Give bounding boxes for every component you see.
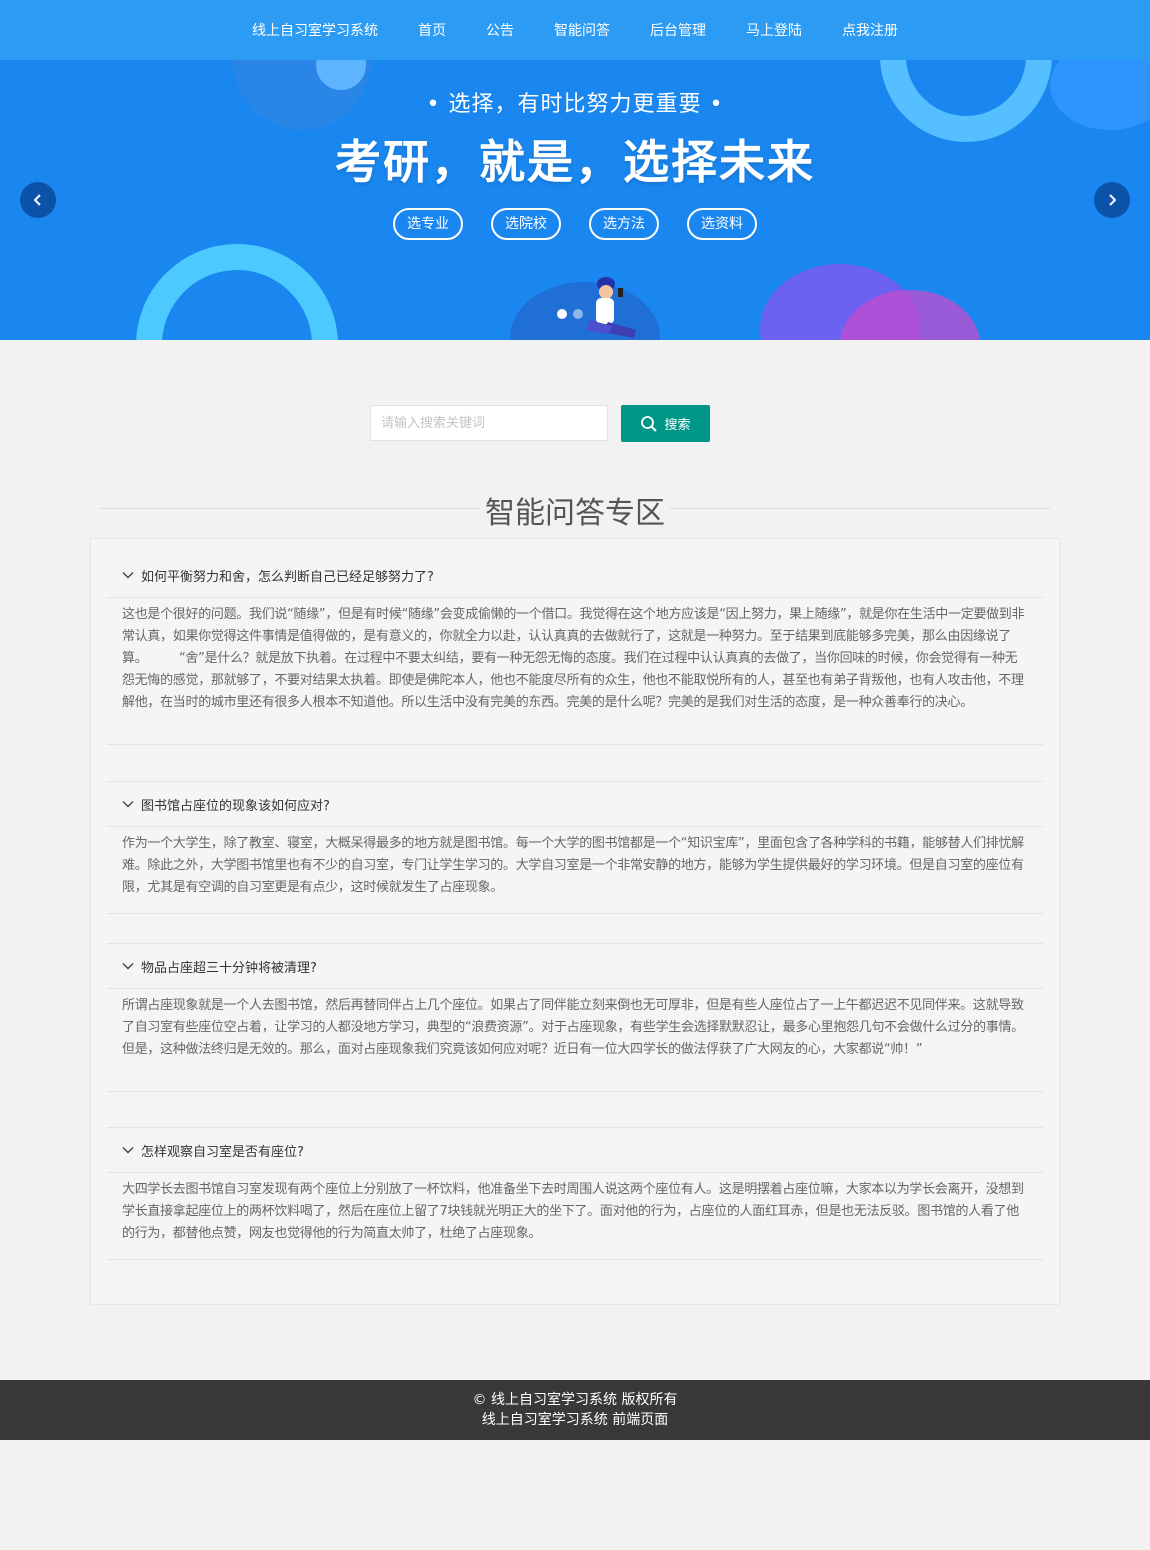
faq-question-text: 物品占座超三十分钟将被清理? xyxy=(141,960,317,976)
nav-announcement-link[interactable]: 公告 xyxy=(486,20,514,40)
nav-register-link[interactable]: 点我注册 xyxy=(842,20,898,40)
hero-carousel: • 选择，有时比努力更重要 • 考研，就是，选择未来 选专业 选院校 选方法 选… xyxy=(0,60,1150,340)
faq-answer: 大四学长去图书馆自习室发现有两个座位上分别放了一杯饮料，他准备坐下去时周围人说这… xyxy=(122,1182,1024,1241)
faq-question-text: 怎样观察自习室是否有座位? xyxy=(141,1144,304,1160)
chevron-right-icon xyxy=(1109,194,1117,206)
banner-pill-group: 选专业 选院校 选方法 选资料 xyxy=(0,208,1150,240)
pill-method[interactable]: 选方法 xyxy=(589,208,659,240)
faq-answer: 作为一个大学生，除了教室、寝室，大概呆得最多的地方就是图书馆。每一个大学的图书馆… xyxy=(122,836,1024,895)
chevron-down-icon xyxy=(122,801,134,808)
faq-panel: 如何平衡努力和舍，怎么判断自己已经足够努力了? 这也是个很好的问题。我们说“随缘… xyxy=(90,538,1060,1305)
faq-item: 如何平衡努力和舍，怎么判断自己已经足够努力了? 这也是个很好的问题。我们说“随缘… xyxy=(107,553,1043,745)
chevron-down-icon xyxy=(122,572,134,579)
search-input[interactable] xyxy=(370,405,608,441)
carousel-dot-active[interactable] xyxy=(557,309,567,319)
footer-copyright: © 线上自习室学习系统 版权所有 xyxy=(472,1392,678,1408)
nav-home-link[interactable]: 首页 xyxy=(418,20,446,40)
pill-major[interactable]: 选专业 xyxy=(393,208,463,240)
chevron-left-icon xyxy=(33,194,41,206)
chevron-down-icon xyxy=(122,1147,134,1154)
search-icon xyxy=(641,415,658,432)
faq-item: 物品占座超三十分钟将被清理? 所谓占座现象就是一个人去图书馆，然后再替同伴占上几… xyxy=(107,943,1043,1092)
faq-question-text: 如何平衡努力和舍，怎么判断自己已经足够努力了? xyxy=(141,569,434,585)
nav-login-link[interactable]: 马上登陆 xyxy=(746,20,802,40)
pill-materials[interactable]: 选资料 xyxy=(687,208,757,240)
faq-question-text: 图书馆占座位的现象该如何应对? xyxy=(141,798,330,814)
faq-question[interactable]: 如何平衡努力和舍，怎么判断自己已经足够努力了? xyxy=(107,553,1043,598)
search-button-label: 搜索 xyxy=(664,418,691,433)
carousel-prev-button[interactable] xyxy=(20,182,56,218)
carousel-indicators xyxy=(557,309,589,319)
nav-smart-qa-link[interactable]: 智能问答 xyxy=(554,20,610,40)
nav-admin-link[interactable]: 后台管理 xyxy=(650,20,706,40)
faq-answer: 这也是个很好的问题。我们说“随缘”，但是有时候“随缘”会变成偷懒的一个借口。我觉… xyxy=(122,607,1025,710)
banner-subtitle: • 选择，有时比努力更重要 • xyxy=(426,92,724,117)
carousel-dot[interactable] xyxy=(573,309,583,319)
top-nav: 线上自习室学习系统 首页 公告 智能问答 后台管理 马上登陆 点我注册 xyxy=(0,0,1150,60)
faq-question[interactable]: 图书馆占座位的现象该如何应对? xyxy=(107,782,1043,827)
banner-headline: 考研，就是，选择未来 xyxy=(335,135,815,189)
search-button[interactable]: 搜索 xyxy=(621,405,710,442)
carousel-next-button[interactable] xyxy=(1094,182,1130,218)
footer-subtitle: 线上自习室学习系统 前端页面 xyxy=(481,1412,669,1428)
faq-item: 怎样观察自习室是否有座位? 大四学长去图书馆自习室发现有两个座位上分别放了一杯饮… xyxy=(107,1127,1043,1260)
pill-school[interactable]: 选院校 xyxy=(491,208,561,240)
faq-question[interactable]: 物品占座超三十分钟将被清理? xyxy=(107,944,1043,989)
footer: © 线上自习室学习系统 版权所有 线上自习室学习系统 前端页面 xyxy=(0,1380,1150,1440)
banner-decoration xyxy=(136,244,338,340)
student-illustration xyxy=(586,277,636,338)
faq-question[interactable]: 怎样观察自习室是否有座位? xyxy=(107,1128,1043,1173)
faq-answer: 所谓占座现象就是一个人去图书馆，然后再替同伴占上几个座位。如果占了同伴能立刻来倒… xyxy=(122,998,1024,1057)
chevron-down-icon xyxy=(122,963,134,970)
section-title: 智能问答专区 xyxy=(485,496,665,531)
nav-brand-link[interactable]: 线上自习室学习系统 xyxy=(252,20,378,40)
faq-item: 图书馆占座位的现象该如何应对? 作为一个大学生，除了教室、寝室，大概呆得最多的地… xyxy=(107,781,1043,914)
